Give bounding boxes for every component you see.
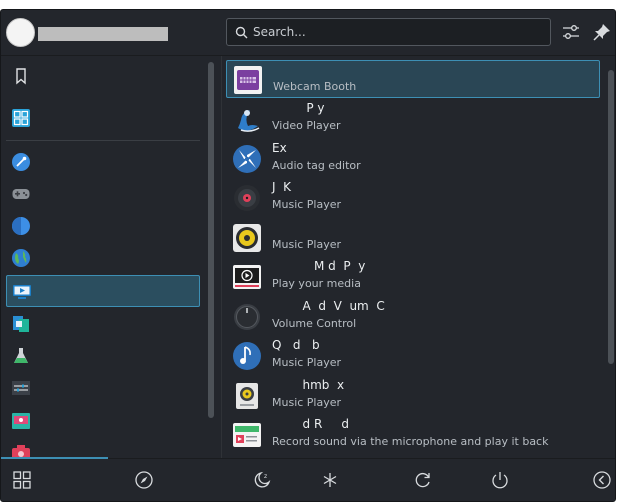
music-note-icon — [233, 342, 261, 370]
avatar[interactable] — [6, 18, 35, 47]
app-description: Video Player — [272, 119, 341, 132]
webcam-booth-icon — [234, 66, 262, 94]
list-item-webcam-booth[interactable]: Webcam Booth — [226, 60, 600, 98]
sound-recorder-icon — [233, 423, 261, 447]
system-icon — [12, 413, 30, 429]
sidebar-item-favorites[interactable] — [6, 60, 200, 92]
all-apps-icon — [12, 109, 30, 127]
app-name: M d P y — [272, 259, 366, 273]
list-item-juk[interactable]: J K Music Player — [226, 179, 600, 217]
header — [1, 10, 615, 55]
office-icon — [13, 316, 29, 332]
list-item-video-player[interactable]: P y Video Player — [226, 100, 600, 138]
places-icon[interactable] — [134, 470, 154, 490]
back-icon[interactable] — [592, 470, 612, 490]
list-item-media-player[interactable]: M d P y Play your media — [226, 258, 600, 296]
list-item-music-player[interactable]: Music Player — [226, 219, 600, 257]
app-description: Webcam Booth — [273, 80, 357, 93]
sidebar-item-all-applications[interactable] — [6, 102, 200, 134]
music-player-speaker-icon — [233, 224, 261, 252]
footer-toolbar: z — [1, 457, 615, 501]
restart-icon[interactable] — [413, 470, 433, 490]
sidebar-item-multimedia[interactable] — [6, 275, 200, 307]
svg-text:z: z — [264, 473, 267, 480]
pin-icon[interactable] — [592, 22, 612, 42]
app-description: Volume Control — [272, 317, 357, 330]
sidebar-item-system[interactable] — [6, 405, 200, 437]
bookmark-icon — [16, 68, 26, 85]
multimedia-icon — [13, 285, 31, 299]
graphics-icon — [12, 217, 30, 235]
audio-tag-editor-icon — [233, 145, 261, 173]
sidebar-item-graphics[interactable] — [6, 210, 200, 242]
sidebar-item-science[interactable] — [6, 340, 200, 372]
search-input[interactable] — [253, 19, 543, 45]
app-name: hmb x — [272, 378, 345, 392]
app-description: Play your media — [272, 277, 361, 290]
category-sidebar — [1, 56, 219, 461]
hibernate-icon[interactable] — [320, 470, 340, 490]
volume-control-icon — [234, 304, 260, 330]
media-player-icon — [233, 265, 261, 289]
internet-icon — [12, 249, 30, 267]
app-description: Music Player — [272, 198, 342, 211]
sidebar-item-internet[interactable] — [6, 242, 200, 274]
window: Webcam Booth P y Video Player Ex Audio t… — [0, 0, 628, 502]
app-name: P y — [272, 101, 325, 115]
settings-icon[interactable] — [561, 22, 581, 42]
app-name: Ex — [272, 141, 287, 155]
app-name: J K — [272, 180, 292, 194]
search-icon — [235, 26, 248, 39]
sidebar-scrollbar[interactable] — [208, 62, 214, 418]
app-description: Audio tag editor — [272, 159, 361, 172]
development-icon — [12, 153, 30, 171]
list-item-audio-tag-editor[interactable]: Ex Audio tag editor — [226, 140, 600, 178]
app-description: Record sound via the microphone and play… — [272, 435, 549, 448]
sleep-icon[interactable]: z — [252, 470, 272, 490]
music-box-icon — [236, 383, 258, 409]
sidebar-item-games[interactable] — [6, 178, 200, 210]
list-item-sound-recorder[interactable]: d R d Record sound via the microphone an… — [226, 416, 600, 454]
sidebar-item-development[interactable] — [6, 146, 200, 178]
app-name: A d V um C — [272, 299, 385, 313]
launcher-panel: Webcam Booth P y Video Player Ex Audio t… — [0, 9, 616, 502]
sidebar-item-office[interactable] — [6, 308, 200, 340]
music-player-disc-icon — [234, 185, 260, 211]
applist-scrollbar[interactable] — [608, 70, 614, 364]
list-item-qmmp[interactable]: Q d b Music Player — [226, 337, 600, 375]
app-name: Q d b — [272, 338, 320, 352]
search-box[interactable] — [226, 18, 551, 46]
app-description: Music Player — [272, 356, 342, 369]
sidebar-item-settings[interactable] — [6, 372, 200, 404]
application-list: Webcam Booth P y Video Player Ex Audio t… — [222, 56, 615, 458]
list-item-volume-control[interactable]: A d V um C Volume Control — [226, 298, 600, 336]
shutdown-icon[interactable] — [490, 470, 510, 490]
games-icon — [12, 189, 30, 199]
app-description: Music Player — [272, 238, 342, 251]
active-tab-indicator — [1, 457, 108, 459]
applications-icon[interactable] — [12, 470, 32, 490]
science-icon — [14, 348, 28, 363]
user-name-redacted — [38, 27, 168, 41]
sidebar-divider — [6, 140, 200, 141]
settings-icon — [12, 381, 30, 395]
list-item-clementine[interactable]: hmb x Music Player — [226, 377, 600, 415]
video-player-icon — [238, 110, 260, 132]
app-name: d R d — [272, 417, 349, 431]
app-description: Music Player — [272, 396, 342, 409]
